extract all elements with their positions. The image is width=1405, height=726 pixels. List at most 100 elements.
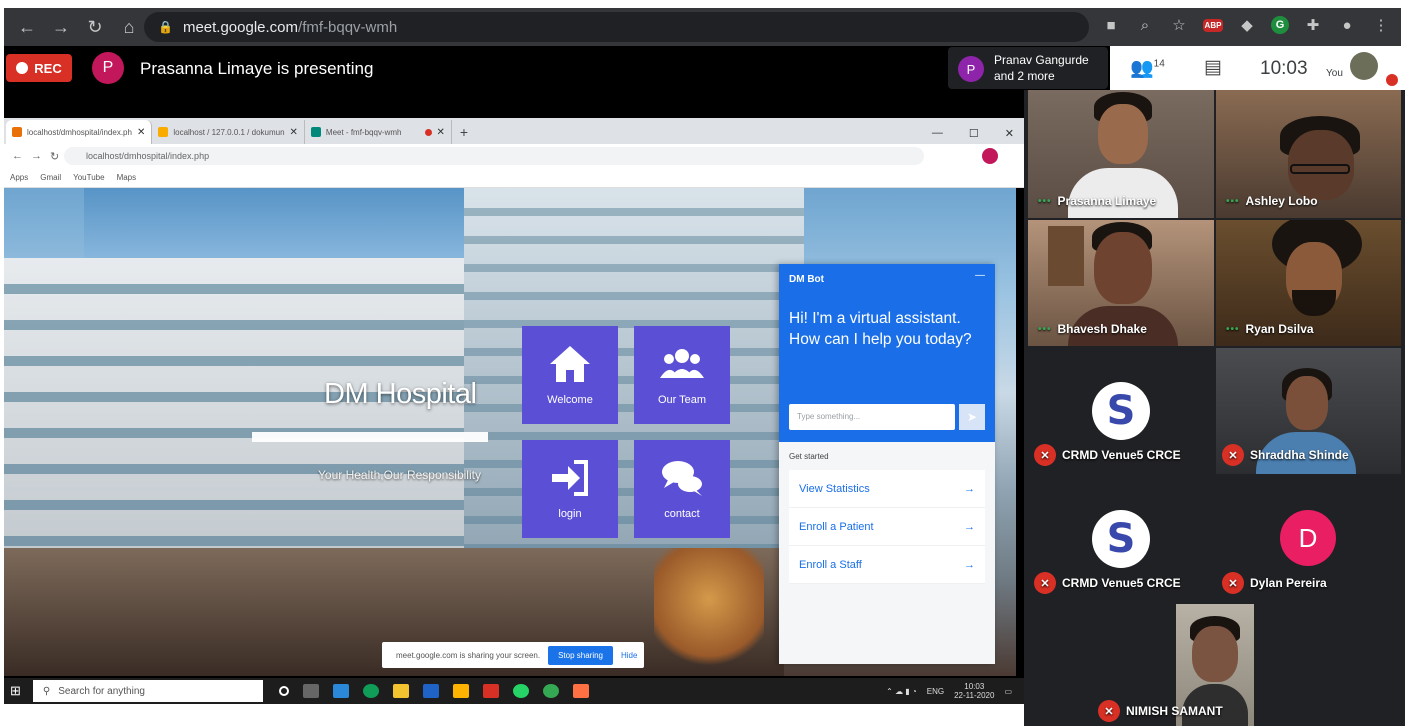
tray-datetime: 10:03 22-11-2020 — [954, 682, 994, 700]
stop-sharing-button: Stop sharing — [548, 645, 613, 665]
screen-share-notice: meet.google.com is sharing your screen. … — [382, 642, 644, 668]
grammarly-extension-icon[interactable]: G — [1271, 16, 1289, 34]
reload-icon: ↻ — [50, 150, 60, 163]
participants-count: 14 — [1153, 58, 1165, 70]
participant-label: ••• Bhavesh Dhake — [1038, 322, 1147, 336]
meet-top-bar: REC P Prasanna Limaye is presenting P Pr… — [4, 46, 1401, 90]
arrow-right-icon: → — [964, 482, 975, 495]
close-icon: ✕ — [436, 126, 445, 138]
meet-controls-right: 👥14 ▤ 10:03 You — [1110, 46, 1401, 90]
speaking-indicator-icon: ••• — [1226, 323, 1240, 335]
recording-tab-icon — [424, 128, 432, 136]
pinned-names: Pranav Gangurde and 2 more — [994, 52, 1089, 84]
hide-button: Hide — [621, 650, 638, 660]
profile-icon[interactable]: ● — [1337, 17, 1357, 34]
participant-label: ✕ Shraddha Shinde — [1222, 444, 1349, 466]
participant-label: ✕ NIMISH SAMANT — [1098, 700, 1223, 722]
participant-name: Prasanna Limaye — [1057, 194, 1157, 208]
participant-tile[interactable]: ✕ NIMISH SAMANT — [1090, 604, 1280, 726]
camera-icon[interactable]: ■ — [1101, 17, 1121, 34]
participant-name: Shraddha Shinde — [1250, 448, 1349, 462]
participant-tile[interactable]: D ✕ Dylan Pereira — [1216, 476, 1401, 602]
meeting-clock: 10:03 — [1260, 58, 1308, 79]
participant-tile[interactable]: •▪• Ashley Lobo — [1216, 90, 1401, 218]
presenter-avatar: P — [92, 52, 124, 84]
team-icon — [660, 349, 704, 378]
shared-url: localhost/dmhospital/index.php — [64, 147, 924, 165]
reload-icon[interactable]: ↻ — [84, 17, 106, 38]
chrome-icon — [542, 684, 559, 698]
extensions-puzzle-icon[interactable]: ✚ — [1303, 16, 1323, 34]
brand-underline — [252, 432, 488, 442]
crce-logo-icon: S — [1092, 510, 1150, 568]
option-view-statistics: View Statistics → — [789, 470, 985, 508]
tab-favicon — [310, 127, 321, 137]
tile-our-team: Our Team — [634, 326, 730, 424]
participant-tile[interactable]: ••• Bhavesh Dhake — [1028, 220, 1214, 346]
tray-time: 10:03 — [964, 682, 985, 691]
self-view-avatar[interactable] — [1350, 52, 1378, 80]
bot-name: DM Bot — [789, 274, 824, 285]
forward-icon: → — [31, 150, 42, 162]
chat-icon: ▤ — [1204, 57, 1222, 78]
menu-kebab-icon[interactable]: ⋮ — [1371, 16, 1391, 34]
participant-label: ••• Ryan Dsilva — [1226, 322, 1314, 336]
mic-off-icon: ✕ — [1034, 572, 1056, 594]
pinned-participants-card[interactable]: P Pranav Gangurde and 2 more — [948, 47, 1108, 89]
mic-off-icon: ✕ — [1034, 444, 1056, 466]
tile-label: contact — [664, 508, 700, 520]
chatbot-header: DM Bot — Hi! I'm a virtual assistant. Ho… — [779, 264, 995, 442]
option-label: Enroll a Patient — [799, 520, 874, 533]
gem-extension-icon[interactable]: ◆ — [1237, 16, 1257, 34]
close-icon: ✕ — [136, 126, 146, 138]
participant-label: ✕ CRMD Venue5 CRCE — [1034, 572, 1181, 594]
adblock-extension-icon[interactable]: ABP — [1203, 18, 1223, 32]
participant-name: Ryan Dsilva — [1245, 322, 1314, 336]
participant-label: ••• Prasanna Limaye — [1038, 194, 1156, 208]
forward-icon[interactable]: → — [50, 17, 72, 38]
chat-bubbles-icon — [662, 461, 702, 496]
recording-badge[interactable]: REC — [6, 54, 72, 82]
participant-name: Ashley Lobo — [1245, 194, 1318, 208]
speaking-indicator-icon: ••• — [1038, 195, 1052, 207]
participants-button[interactable]: 👥14 — [1130, 56, 1165, 80]
lock-icon: 🔒 — [158, 20, 173, 34]
tray-date: 22-11-2020 — [954, 691, 995, 700]
tile-label: Welcome — [547, 394, 593, 406]
bot-options: View Statistics → Enroll a Patient → Enrol… — [789, 470, 985, 584]
task-view-icon — [302, 684, 319, 698]
minimize-icon: — — [975, 270, 985, 281]
toolbar-actions: ■ ⌕ ☆ ABP ◆ G ✚ ● ⋮ — [1101, 16, 1391, 34]
participant-tile[interactable]: S ✕ CRMD Venue5 CRCE — [1028, 476, 1214, 602]
close-icon: ✕ — [289, 126, 298, 138]
back-icon[interactable]: ← — [16, 17, 38, 38]
get-started-label: Get started — [789, 452, 829, 461]
participant-tile[interactable]: ✕ Shraddha Shinde — [1216, 348, 1401, 474]
hospital-site: DM Hospital Your Health,Our Responsibili… — [4, 188, 1016, 676]
participant-name: Bhavesh Dhake — [1057, 322, 1147, 336]
participant-grid: ••• Prasanna Limaye •▪• Ashley Lobo ••• … — [1024, 90, 1405, 726]
share-message: meet.google.com is sharing your screen. — [396, 650, 541, 660]
mail-icon — [332, 684, 349, 698]
site-brand: DM Hospital — [324, 378, 477, 410]
zoom-icon[interactable]: ⌕ — [1135, 17, 1155, 34]
pinned-line1: Pranav Gangurde — [994, 53, 1089, 67]
tab-favicon — [158, 127, 169, 137]
bookmark-star-icon[interactable]: ☆ — [1169, 16, 1189, 34]
arrow-right-icon: → — [964, 558, 975, 571]
participant-tile[interactable]: S ✕ CRMD Venue5 CRCE — [1028, 348, 1214, 474]
send-icon: ➤ — [959, 404, 985, 430]
home-icon[interactable]: ⌂ — [118, 17, 140, 38]
participant-tile[interactable]: ••• Ryan Dsilva — [1216, 220, 1401, 346]
address-bar[interactable]: 🔒 meet.google.com /fmf-bqqv-wmh — [144, 12, 1089, 42]
sky-background — [84, 188, 464, 268]
chat-button[interactable]: ▤ — [1204, 56, 1222, 79]
participant-tile[interactable]: ••• Prasanna Limaye — [1028, 90, 1214, 218]
tile-contact: contact — [634, 440, 730, 538]
participant-name: CRMD Venue5 CRCE — [1062, 448, 1181, 462]
tile-label: login — [558, 508, 582, 520]
whatsapp-icon — [512, 684, 529, 698]
bolt-app-icon — [452, 684, 469, 698]
notifications-icon: ▭ — [1004, 686, 1012, 696]
option-enroll-patient: Enroll a Patient → — [789, 508, 985, 546]
